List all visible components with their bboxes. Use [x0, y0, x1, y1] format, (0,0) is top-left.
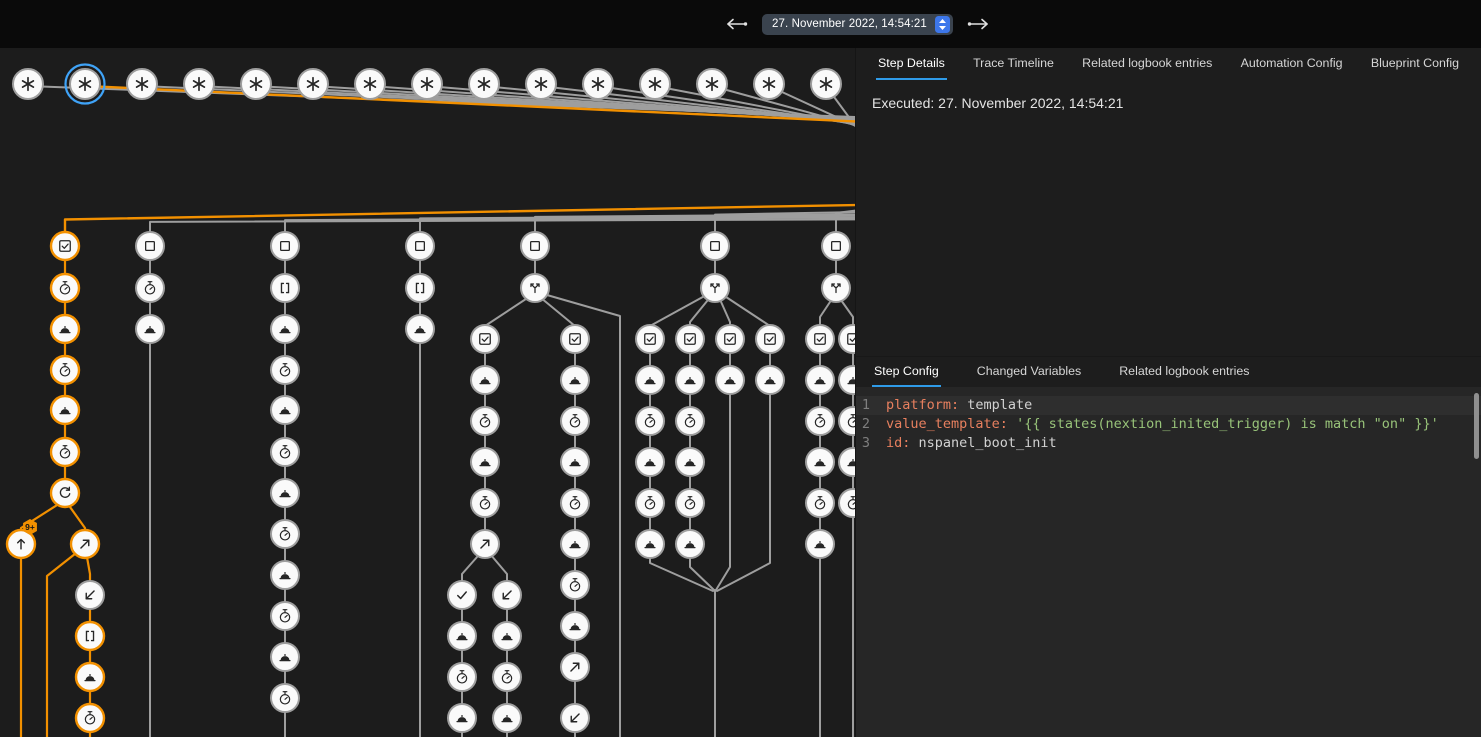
- details-panel: Step Details Trace Timeline Related logboo…: [855, 48, 1481, 737]
- graph-node-timer[interactable]: [448, 663, 476, 691]
- code-line: 3id: nspanel_boot_init: [856, 434, 1481, 453]
- graph-node-timer[interactable]: [271, 438, 299, 466]
- detail-tabs: Step Details Trace Timeline Related logboo…: [856, 48, 1481, 80]
- iteration-count-label: 9+: [25, 522, 35, 532]
- tab-step-details[interactable]: Step Details: [876, 48, 947, 80]
- next-trace-button[interactable]: [965, 15, 993, 33]
- stepper-icon: [935, 16, 950, 33]
- graph-node-checkbox[interactable]: [636, 325, 664, 353]
- graph-node-timer[interactable]: [76, 704, 104, 732]
- tab-changed-variables[interactable]: Changed Variables: [975, 357, 1083, 387]
- graph-node-check[interactable]: [448, 581, 476, 609]
- graph-node-timer[interactable]: [271, 356, 299, 384]
- graph-node-timer[interactable]: [839, 407, 855, 435]
- trace-graph[interactable]: 9+: [0, 48, 855, 737]
- graph-node-square[interactable]: [271, 232, 299, 260]
- graph-node-checkbox[interactable]: [716, 325, 744, 353]
- graph-node-refresh[interactable]: [51, 479, 79, 507]
- previous-trace-arrow-icon: [724, 17, 748, 31]
- graph-node-checkbox[interactable]: [839, 325, 855, 353]
- graph-node-square[interactable]: [136, 232, 164, 260]
- tab-blueprint-config[interactable]: Blueprint Config: [1369, 48, 1461, 80]
- step-config-code[interactable]: 1platform: template2value_template: '{{ …: [856, 387, 1481, 737]
- graph-node-timer[interactable]: [271, 684, 299, 712]
- graph-node-timer[interactable]: [806, 407, 834, 435]
- graph-node-square[interactable]: [822, 232, 850, 260]
- tab-automation-config[interactable]: Automation Config: [1239, 48, 1345, 80]
- graph-node-timer[interactable]: [471, 489, 499, 517]
- graph-node-timer[interactable]: [51, 274, 79, 302]
- graph-node-checkbox[interactable]: [471, 325, 499, 353]
- graph-node-timer[interactable]: [676, 489, 704, 517]
- top-bar: 27. November 2022, 14:54:21: [0, 0, 1481, 48]
- trace-selector[interactable]: 27. November 2022, 14:54:21: [762, 14, 953, 35]
- trace-controls: 27. November 2022, 14:54:21: [722, 0, 993, 48]
- graph-node-timer[interactable]: [839, 489, 855, 517]
- graph-node-square[interactable]: [406, 232, 434, 260]
- graph-node-checkbox[interactable]: [756, 325, 784, 353]
- graph-node-timer[interactable]: [636, 407, 664, 435]
- graph-edge: [285, 218, 855, 248]
- graph-edge: [150, 219, 855, 248]
- graph-node-timer[interactable]: [51, 438, 79, 466]
- graph-node-brackets[interactable]: [76, 622, 104, 650]
- step-details-content: Executed: 27. November 2022, 14:54:21: [856, 80, 1481, 356]
- graph-node-timer[interactable]: [676, 407, 704, 435]
- executed-timestamp: Executed: 27. November 2022, 14:54:21: [872, 95, 1465, 111]
- tab-trace-timeline[interactable]: Trace Timeline: [971, 48, 1056, 80]
- tab-step-config[interactable]: Step Config: [872, 357, 941, 387]
- graph-node-brackets[interactable]: [406, 274, 434, 302]
- code-line: 1platform: template: [856, 396, 1481, 415]
- graph-node-timer[interactable]: [51, 356, 79, 384]
- next-trace-arrow-icon: [967, 17, 991, 31]
- graph-node-timer[interactable]: [136, 274, 164, 302]
- code-line: 2value_template: '{{ states(nextion_init…: [856, 415, 1481, 434]
- ha-automation-trace-app: 27. November 2022, 14:54:21: [0, 0, 1481, 737]
- graph-node-timer[interactable]: [806, 489, 834, 517]
- graph-node-checkbox[interactable]: [51, 232, 79, 260]
- graph-node-timer[interactable]: [493, 663, 521, 691]
- graph-node-timer[interactable]: [561, 571, 589, 599]
- graph-node-square[interactable]: [701, 232, 729, 260]
- graph-node-timer[interactable]: [636, 489, 664, 517]
- graph-edge: [65, 205, 855, 248]
- config-tabs: Step Config Changed Variables Related logb…: [856, 356, 1481, 387]
- tab-related-logbook-entries[interactable]: Related logbook entries: [1080, 48, 1214, 80]
- graph-node-checkbox[interactable]: [676, 325, 704, 353]
- graph-node-square[interactable]: [521, 232, 549, 260]
- graph-node-brackets[interactable]: [271, 274, 299, 302]
- graph-node-timer[interactable]: [271, 520, 299, 548]
- trace-graph-panel[interactable]: 9+: [0, 48, 855, 737]
- scrollbar-thumb[interactable]: [1474, 393, 1479, 459]
- graph-node-timer[interactable]: [471, 407, 499, 435]
- graph-node-timer[interactable]: [271, 602, 299, 630]
- trace-selector-value: 27. November 2022, 14:54:21: [772, 18, 927, 30]
- graph-node-timer[interactable]: [561, 407, 589, 435]
- tab-related-logbook-entries[interactable]: Related logbook entries: [1117, 357, 1251, 387]
- code-lines: 1platform: template2value_template: '{{ …: [856, 396, 1481, 453]
- graph-node-timer[interactable]: [561, 489, 589, 517]
- graph-node-checkbox[interactable]: [806, 325, 834, 353]
- graph-node-checkbox[interactable]: [561, 325, 589, 353]
- previous-trace-button[interactable]: [722, 15, 750, 33]
